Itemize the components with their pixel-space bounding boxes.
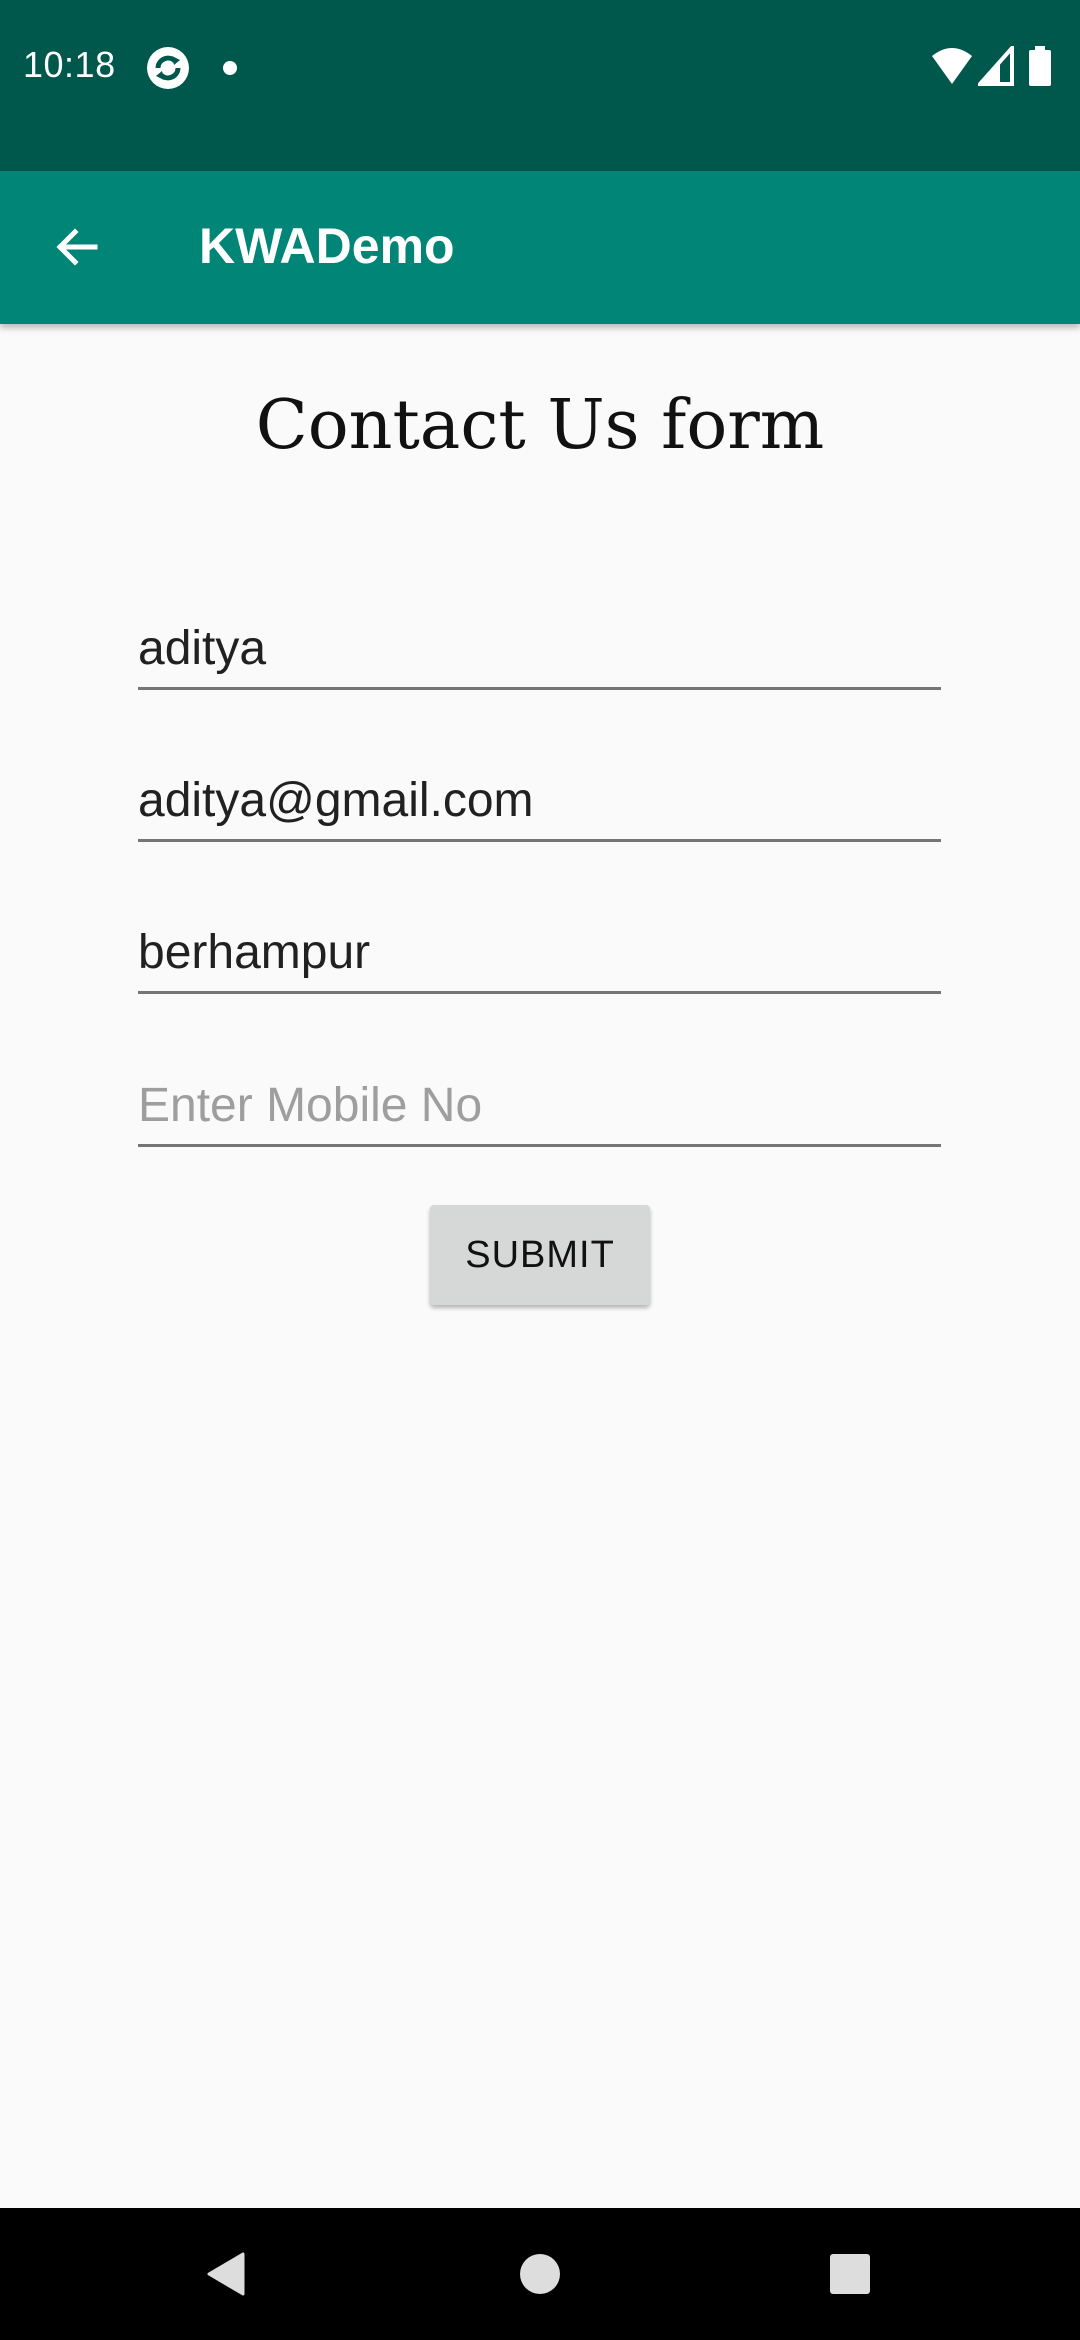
recents-square-icon <box>830 2254 870 2294</box>
nav-home-button[interactable] <box>498 2232 582 2316</box>
status-icons <box>930 46 1060 90</box>
signal-icon <box>978 46 1014 86</box>
form-title: Contact Us form <box>255 386 825 465</box>
name-field <box>138 610 941 690</box>
app-title: KWADemo <box>199 218 455 274</box>
wifi-icon <box>932 48 972 84</box>
address-underline <box>138 991 941 994</box>
arrow-back-icon <box>56 228 98 266</box>
sync-icon <box>144 44 192 92</box>
back-triangle-icon <box>207 2252 245 2296</box>
app-bar: KWADemo <box>0 171 1080 324</box>
navigation-bar <box>0 2208 1080 2340</box>
email-underline <box>138 839 941 842</box>
submit-button[interactable]: SUBMIT <box>430 1205 650 1305</box>
home-circle-icon <box>520 2254 560 2294</box>
name-underline <box>138 687 941 690</box>
email-input[interactable] <box>138 762 941 838</box>
nav-recents-button[interactable] <box>808 2232 892 2316</box>
mobile-field <box>138 1067 941 1147</box>
name-input[interactable] <box>138 610 941 686</box>
mobile-input[interactable] <box>138 1067 941 1143</box>
notification-dot-icon <box>223 61 237 75</box>
mobile-underline <box>138 1144 941 1147</box>
status-time: 10:18 <box>23 44 116 85</box>
contact-form: Contact Us form SUBMIT <box>0 324 1080 2208</box>
back-button[interactable] <box>34 205 118 289</box>
address-field <box>138 914 941 994</box>
email-field <box>138 762 941 842</box>
status-bar: 10:18 <box>0 0 1080 171</box>
address-input[interactable] <box>138 914 941 990</box>
nav-back-button[interactable] <box>183 2232 267 2316</box>
battery-icon <box>1029 46 1051 86</box>
